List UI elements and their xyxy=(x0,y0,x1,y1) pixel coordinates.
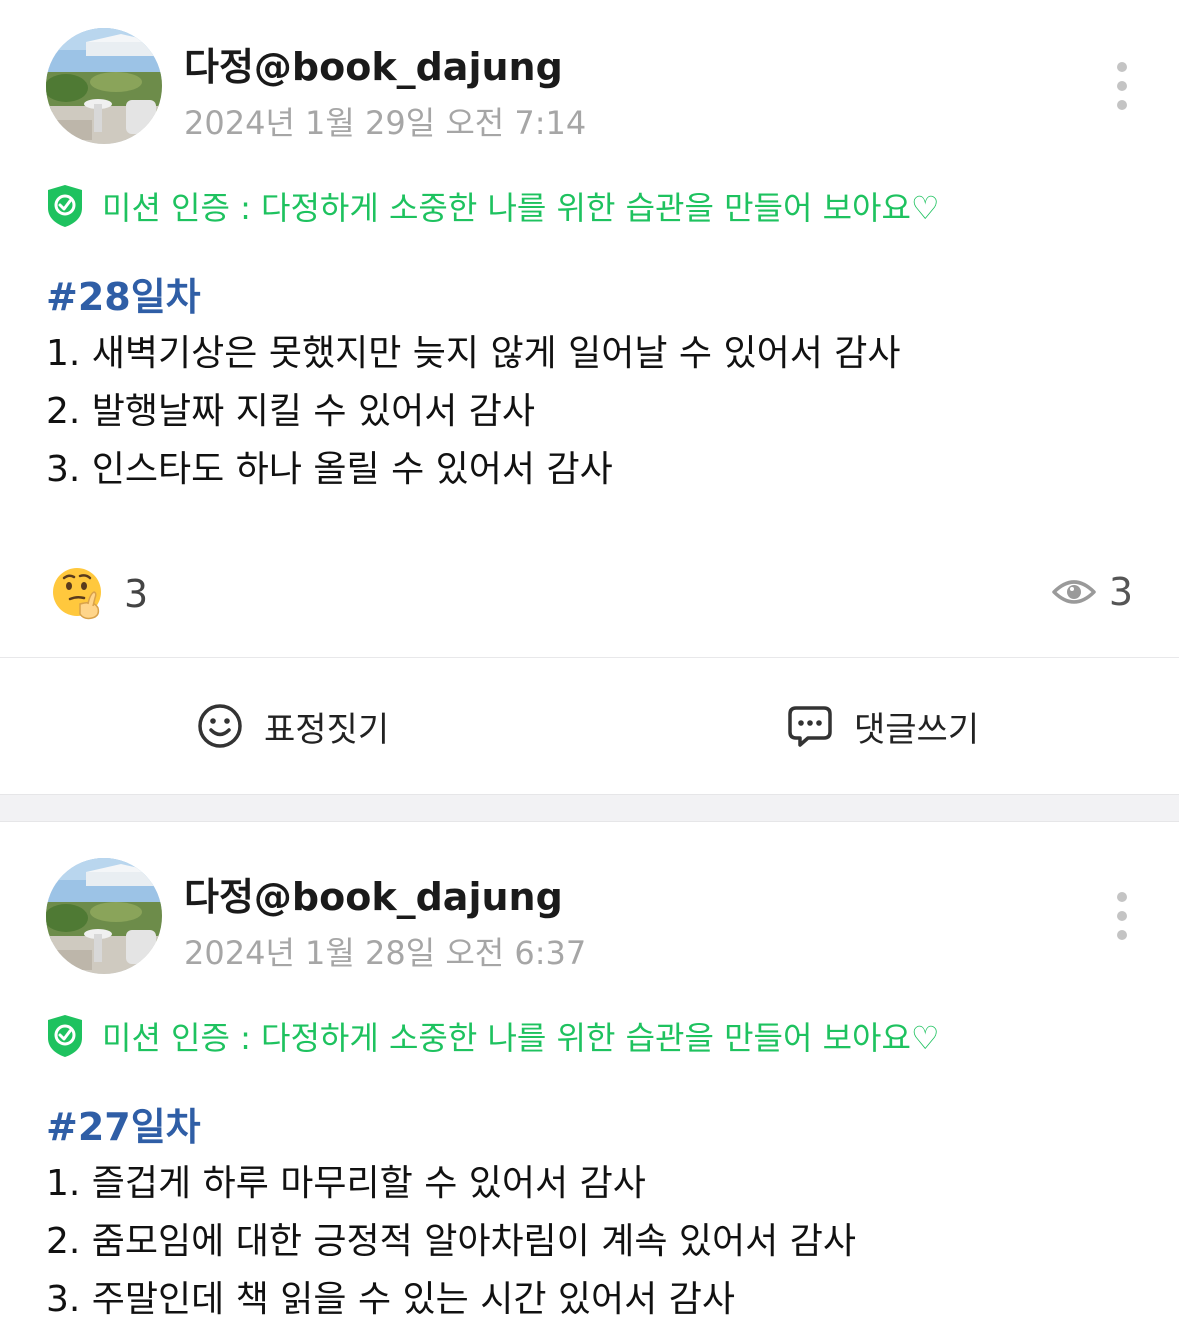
body-line: 2. 발행날짜 지킬 수 있어서 감사 xyxy=(46,391,536,432)
divider xyxy=(0,657,1179,658)
comment-button-label: 댓글쓰기 xyxy=(854,709,980,750)
view-count: 3 xyxy=(1108,570,1133,614)
author-name[interactable]: 다정@book_dajung xyxy=(184,866,563,921)
avatar-photo xyxy=(46,28,162,144)
avatar-photo xyxy=(46,858,162,974)
avatar[interactable] xyxy=(46,858,162,974)
react-button[interactable]: 표정짓기 xyxy=(196,700,389,752)
view-counter: 3 xyxy=(1051,570,1133,614)
post-date: 2024년 1월 28일 오전 6:37 xyxy=(184,934,587,972)
mission-text: 미션 인증 : 다정하게 소중한 나를 위한 습관을 만들어 보아요♡ xyxy=(102,189,940,227)
body-line: 3. 주말인데 책 읽을 수 있는 시간 있어서 감사 xyxy=(46,1279,735,1320)
avatar[interactable] xyxy=(46,28,162,144)
day-tag[interactable]: #28일차 xyxy=(46,266,201,321)
author-name[interactable]: 다정@book_dajung xyxy=(184,36,563,91)
react-button-label: 표정짓기 xyxy=(264,709,390,750)
speech-bubble-icon xyxy=(788,706,832,747)
feed-post: 다정@book_dajung 2024년 1월 28일 오전 6:37 미션 인… xyxy=(0,822,1179,1329)
feed-post: 다정@book_dajung 2024년 1월 29일 오전 7:14 미션 인… xyxy=(0,0,1179,794)
mission-label[interactable]: 미션 인증 : 다정하게 소중한 나를 위한 습관을 만들어 보아요♡ xyxy=(46,184,940,228)
body-line: 1. 새벽기상은 못했지만 늦지 않게 일어날 수 있어서 감사 xyxy=(46,333,901,374)
more-options-button[interactable] xyxy=(1104,58,1140,114)
day-tag[interactable]: #27일차 xyxy=(46,1096,201,1151)
reaction-count: 3 xyxy=(124,572,149,616)
thinking-face-emoji-icon xyxy=(53,568,101,620)
shield-check-icon xyxy=(48,185,82,227)
shield-check-icon xyxy=(48,1015,82,1057)
comment-button[interactable]: 댓글쓰기 xyxy=(786,700,979,752)
mission-label[interactable]: 미션 인증 : 다정하게 소중한 나를 위한 습관을 만들어 보아요♡ xyxy=(46,1014,940,1058)
body-line: 2. 줌모임에 대한 긍정적 알아차림이 계속 있어서 감사 xyxy=(46,1221,856,1262)
reaction-summary[interactable]: 3 xyxy=(50,566,148,622)
body-line: 3. 인스타도 하나 올릴 수 있어서 감사 xyxy=(46,449,613,490)
smiley-icon xyxy=(198,704,242,748)
post-separator xyxy=(0,794,1179,822)
more-options-button[interactable] xyxy=(1104,888,1140,944)
mission-text: 미션 인증 : 다정하게 소중한 나를 위한 습관을 만들어 보아요♡ xyxy=(102,1019,940,1057)
post-date: 2024년 1월 29일 오전 7:14 xyxy=(184,104,587,142)
eye-icon xyxy=(1052,580,1096,604)
body-line: 1. 즐겁게 하루 마무리할 수 있어서 감사 xyxy=(46,1163,646,1204)
